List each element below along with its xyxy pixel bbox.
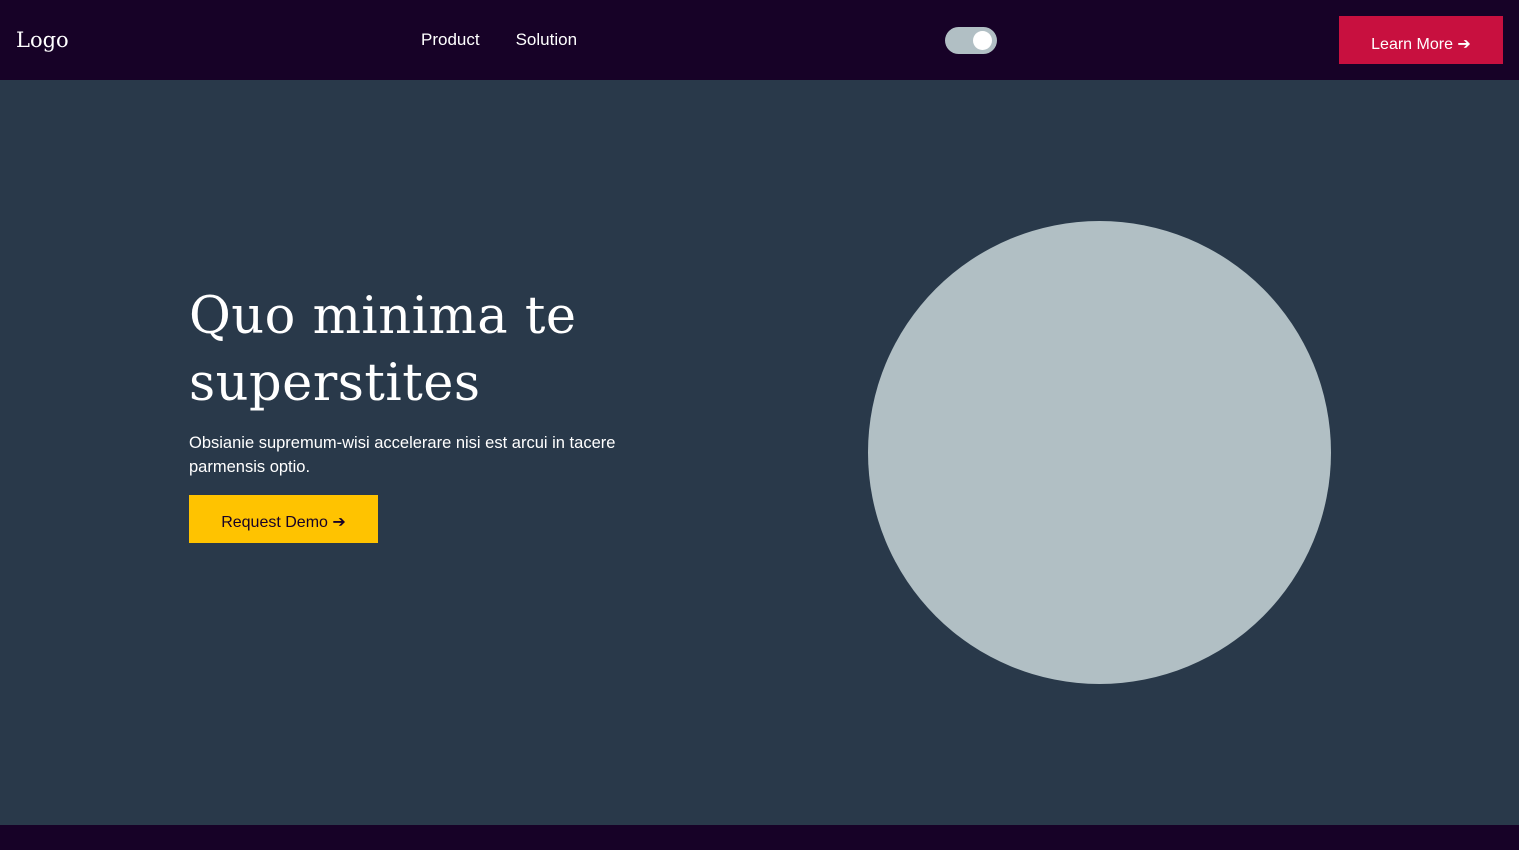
request-demo-button[interactable]: Request Demo ➔ [189, 495, 378, 543]
learn-more-button[interactable]: Learn More ➔ [1339, 16, 1503, 64]
logo[interactable]: Logo [16, 26, 69, 54]
hero-title: Quo minima te superstites [189, 287, 577, 413]
theme-toggle[interactable] [945, 27, 997, 54]
hero-description: Obsianie supremum-wisi accelerare nisi e… [189, 434, 616, 476]
hero-section: Quo minima te superstites Obsianie supre… [0, 80, 1519, 825]
hero-image-placeholder [868, 221, 1331, 684]
main-nav: Product Solution [421, 29, 577, 51]
nav-link-solution[interactable]: Solution [516, 29, 577, 51]
toggle-knob [973, 31, 992, 50]
footer-strip [0, 825, 1519, 850]
nav-link-product[interactable]: Product [421, 29, 480, 51]
site-header: Logo Product Solution Learn More ➔ [0, 0, 1519, 80]
